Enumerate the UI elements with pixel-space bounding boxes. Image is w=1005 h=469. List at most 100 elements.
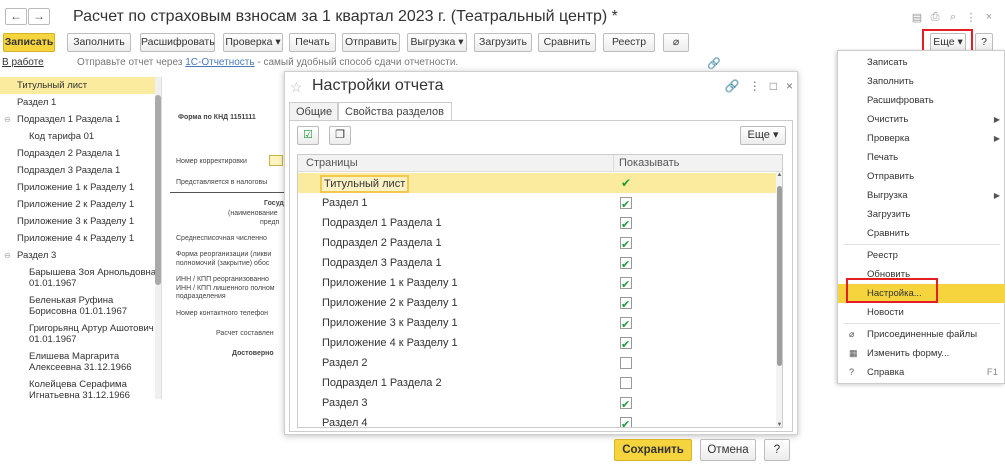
check-dropdown-button[interactable]: Проверка ▾ [223,33,283,52]
tree-item[interactable]: Подраздел 2 Раздела 1 [0,145,161,162]
menu-item[interactable]: Очистить ▶ [838,110,1005,129]
tree-item[interactable]: Приложение 2 к Разделу 1 [0,196,161,213]
printer-icon[interactable]: ⎙ [929,11,941,24]
collapse-icon[interactable]: ⊖ [4,247,11,264]
grid-row[interactable]: Приложение 3 к Разделу 1 [298,313,776,335]
load-button[interactable]: Загрузить [474,33,532,52]
menu-item[interactable]: ▦ Изменить форму... [838,344,1005,363]
tree-item[interactable]: ⊖ Подраздел 1 Раздела 1 [0,111,161,128]
scroll-thumb[interactable] [155,95,161,285]
menu-item[interactable]: ? Справка F1 [838,363,1005,382]
grid-row[interactable]: Подраздел 1 Раздела 2 [298,373,776,393]
link-icon[interactable]: 🔗 [725,79,740,93]
show-checkbox[interactable] [620,255,632,275]
menu-item[interactable]: Печать [838,148,1005,167]
grid-row[interactable]: Титульный лист ✔ [298,173,776,193]
tree-person-item[interactable]: Барышева Зоя Арнольдовна 01.01.1967 [0,264,161,292]
show-checkbox[interactable] [620,275,632,295]
show-checkbox[interactable] [620,315,632,335]
tree-item[interactable]: Раздел 1 [0,94,161,111]
tree-person-item[interactable]: Беленькая Руфина Борисовна 01.01.1967 [0,292,161,320]
collapse-icon[interactable]: ⊖ [4,111,11,128]
show-checkbox[interactable] [620,215,632,235]
search-doc-icon[interactable]: ⌕ [947,11,959,24]
print-button[interactable]: Печать [289,33,336,52]
grid-row[interactable]: Подраздел 3 Раздела 1 [298,253,776,275]
menu-item[interactable]: Выгрузка ▶ [838,186,1005,205]
registry-button[interactable]: Реестр [603,33,655,52]
tree-item[interactable]: Приложение 4 к Разделу 1 [0,230,161,247]
show-checkbox[interactable] [620,357,632,369]
calculator-icon[interactable]: ▤ [911,11,923,24]
close-icon[interactable]: × [983,11,995,24]
menu-item[interactable]: Расшифровать [838,91,1005,110]
show-checkbox[interactable] [620,377,632,389]
menu-dots-icon[interactable]: ⋮ [965,11,977,24]
chevron-down-icon: ▾ [458,36,464,48]
tree-person-item[interactable]: Елишева Маргарита Алексеевна 31.12.1966 [0,348,161,376]
menu-item[interactable]: Новости [838,303,1005,322]
menu-item[interactable]: Записать [838,53,1005,72]
show-checkbox[interactable] [620,415,632,427]
correction-input[interactable] [269,155,283,166]
menu-item[interactable]: Загрузить [838,205,1005,224]
dialog-save-button[interactable]: Сохранить [614,439,692,461]
menu-item[interactable]: Проверка ▶ [838,129,1005,148]
scroll-thumb[interactable] [777,186,782,366]
status-link[interactable]: В работе [2,57,44,68]
uncheck-all-icon[interactable]: ❐ [329,126,351,145]
scroll-up-icon[interactable]: ▲ [776,172,782,178]
dialog-more-button[interactable]: Еще ▾ [740,126,786,145]
tree-item[interactable]: ⊖ Раздел 3 [0,247,161,264]
tree-item[interactable]: Подраздел 3 Раздела 1 [0,162,161,179]
forward-arrow-icon[interactable]: → [28,8,50,25]
back-arrow-icon[interactable]: ← [5,8,27,25]
send-button[interactable]: Отправить [342,33,400,52]
paperclip-icon[interactable]: ⌀ [663,33,689,52]
export-dropdown-button[interactable]: Выгрузка ▾ [407,33,467,52]
fill-button[interactable]: Заполнить [67,33,131,52]
show-checkbox[interactable] [620,335,632,355]
menu-item[interactable]: Реестр [838,246,1005,265]
grid-row[interactable]: Подраздел 2 Раздела 1 [298,233,776,255]
menu-item[interactable]: Сравнить [838,224,1005,243]
tree-item[interactable]: Код тарифа 01 [0,128,161,145]
tree-item[interactable]: Приложение 3 к Разделу 1 [0,213,161,230]
link-icon[interactable]: 🔗 [707,57,721,70]
menu-item[interactable]: Отправить [838,167,1005,186]
menu-item[interactable]: Заполнить [838,72,1005,91]
grid-row[interactable]: Раздел 2 [298,353,776,373]
grid-row[interactable]: Раздел 3 [298,393,776,415]
grid-row[interactable]: Приложение 1 к Разделу 1 [298,273,776,295]
show-checkbox[interactable] [620,395,632,415]
decode-button[interactable]: Расшифровать [140,33,215,52]
menu-item[interactable]: ⌀ Присоединенные файлы [838,325,1005,344]
grid-row[interactable]: Раздел 4 [298,413,776,427]
maximize-icon[interactable]: □ [770,79,777,93]
show-checkbox[interactable] [620,235,632,255]
dialog-help-button[interactable]: ? [764,439,790,461]
tree-scrollbar[interactable] [155,77,161,399]
dialog-cancel-button[interactable]: Отмена [700,439,756,461]
grid-row[interactable]: Раздел 1 [298,193,776,215]
grid-row[interactable]: Приложение 2 к Разделу 1 [298,293,776,315]
save-button[interactable]: Записать [3,33,55,52]
star-icon[interactable]: ☆ [290,79,303,96]
compare-button[interactable]: Сравнить [538,33,596,52]
scroll-down-icon[interactable]: ▼ [776,422,782,427]
tab-section-properties[interactable]: Свойства разделов [338,102,452,121]
tree-item[interactable]: Приложение 1 к Разделу 1 [0,179,161,196]
tab-general[interactable]: Общие [289,102,338,121]
tree-item[interactable]: Титульный лист [0,77,161,94]
show-checkbox[interactable] [620,295,632,315]
show-checkbox[interactable] [620,195,632,215]
tree-person-item[interactable]: Григорьянц Артур Ашотович 01.01.1967 [0,320,161,348]
grid-scrollbar[interactable]: ▲ ▼ [776,172,782,427]
tree-person-item[interactable]: Колейцева Серафима Игнатьевна 31.12.1966 [0,376,161,399]
menu-dots-icon[interactable]: ⋮ [749,79,761,93]
close-icon[interactable]: × [786,79,793,93]
reporting-link[interactable]: 1С-Отчетность [185,57,254,68]
grid-row[interactable]: Подраздел 1 Раздела 1 [298,213,776,235]
grid-row[interactable]: Приложение 4 к Разделу 1 [298,333,776,355]
check-all-icon[interactable]: ☑ [297,126,319,145]
